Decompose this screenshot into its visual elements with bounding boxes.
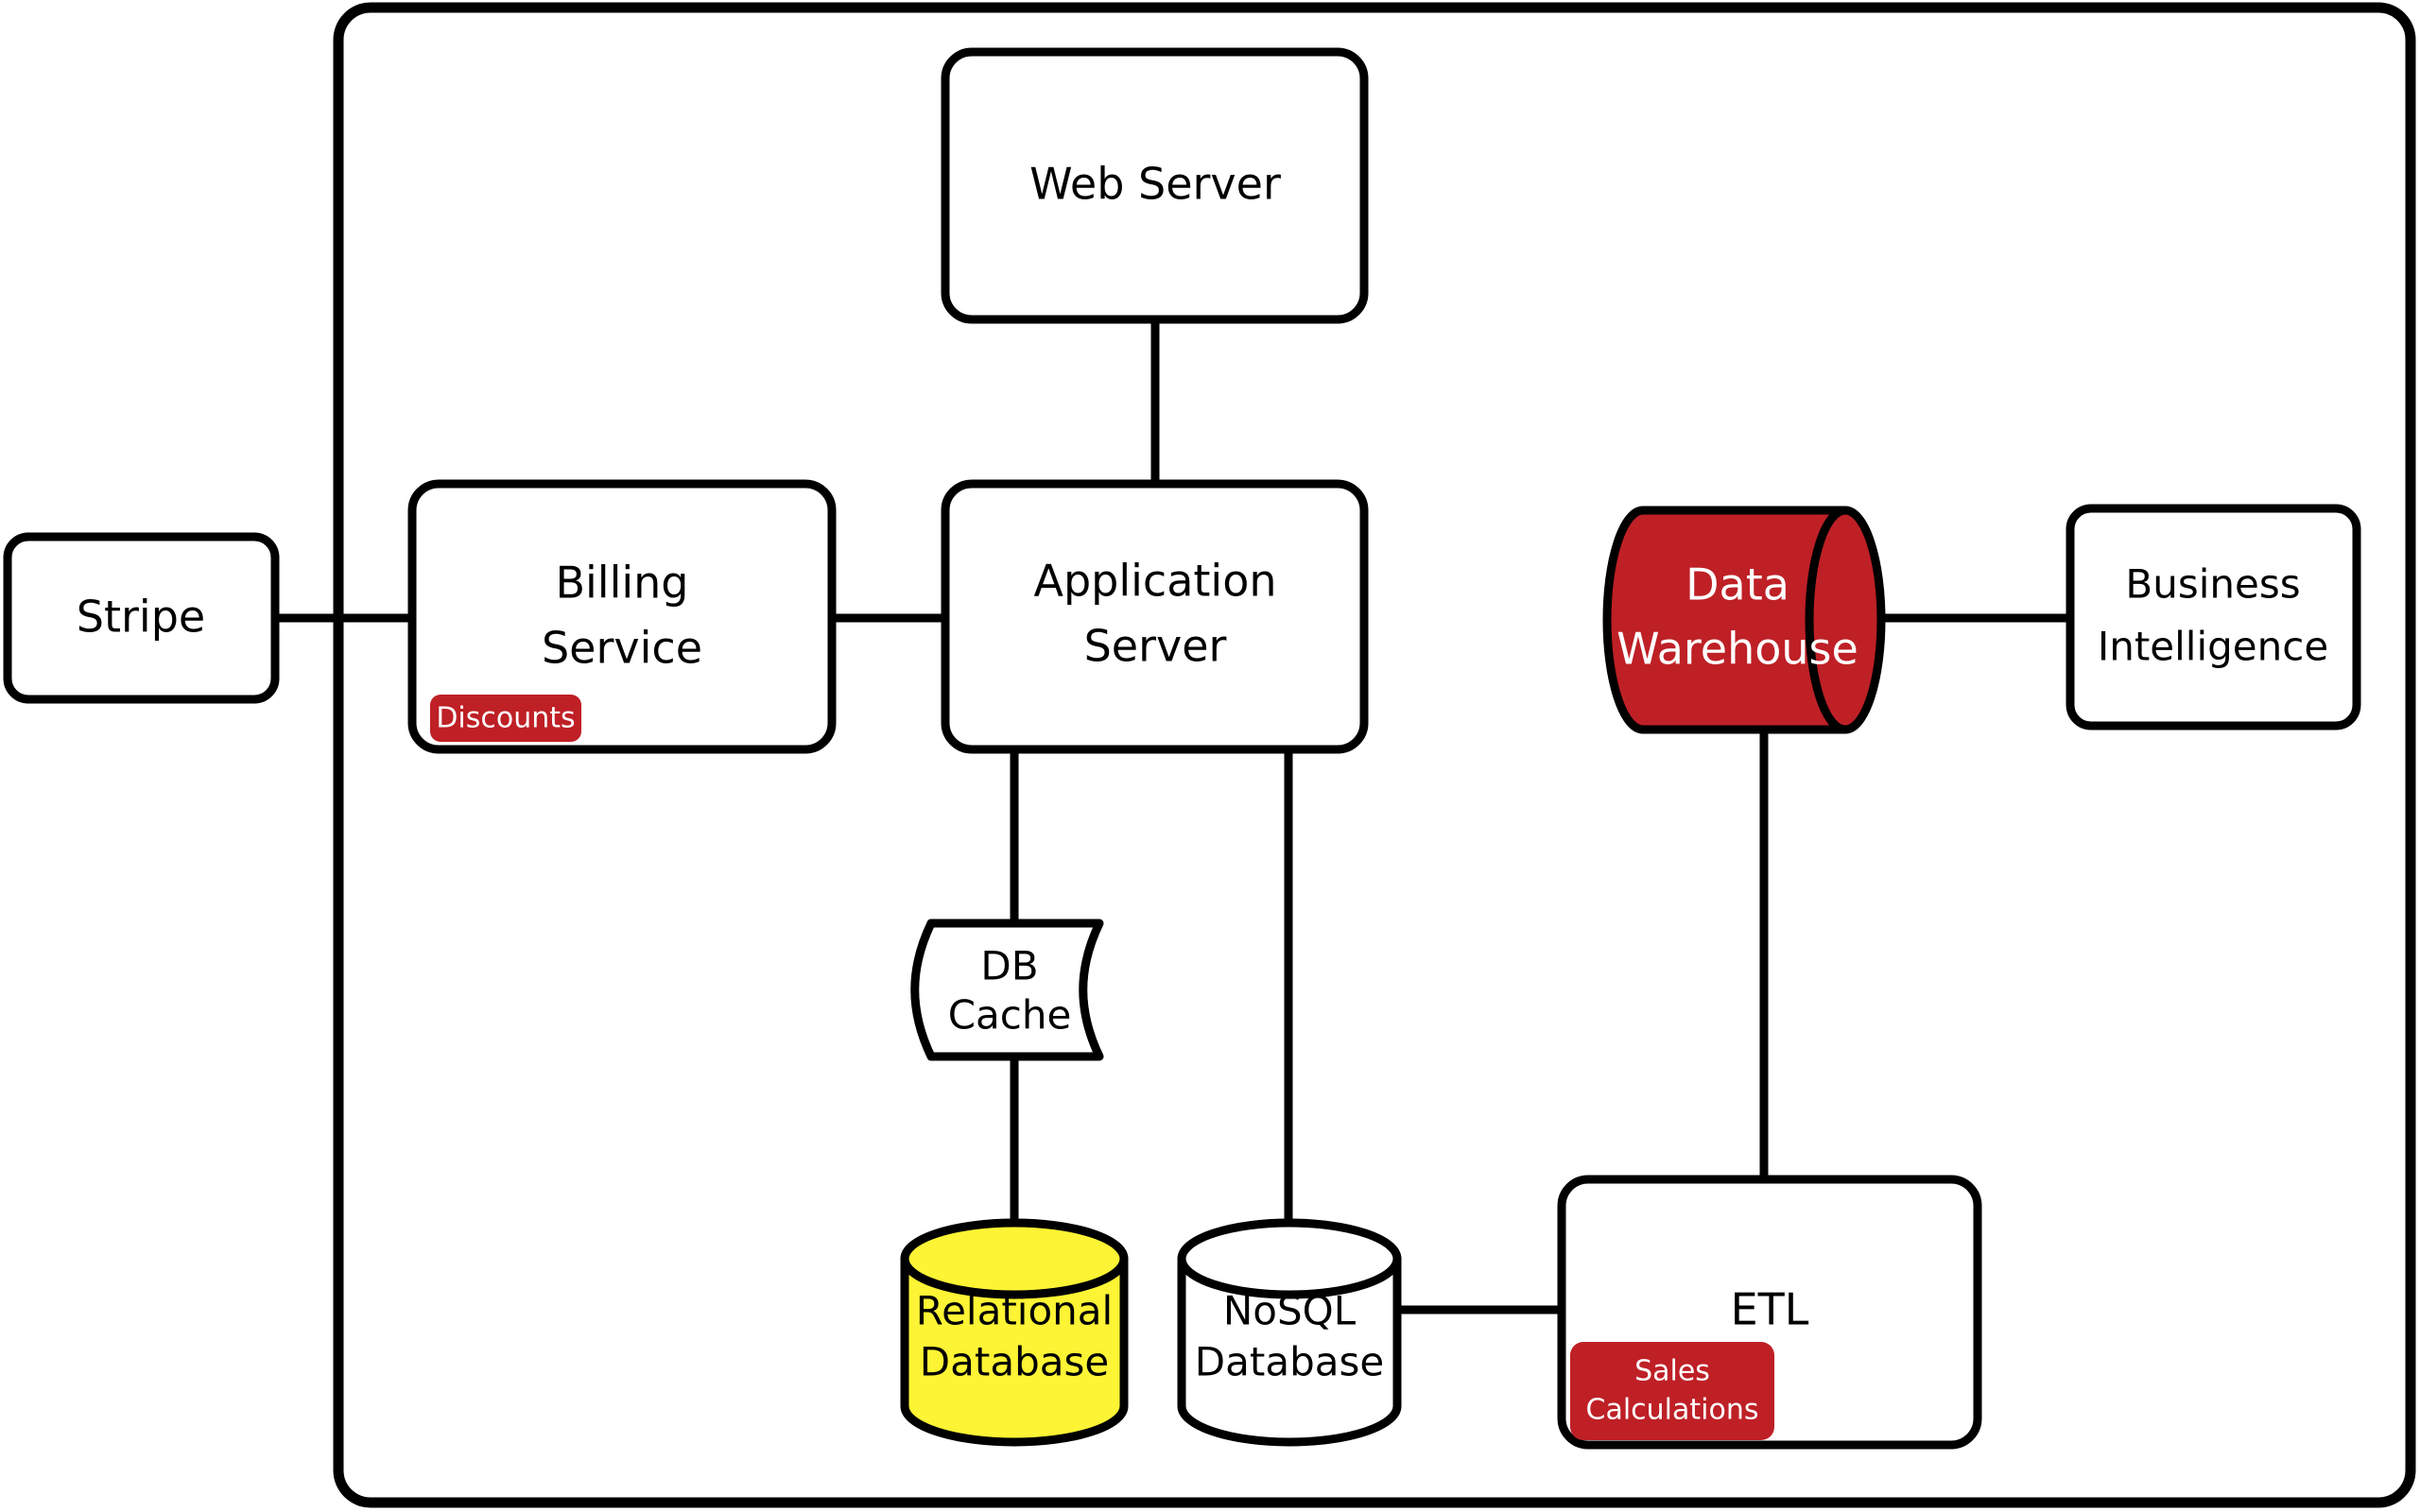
node-business-intelligence[interactable]: Business Intelligence <box>2066 504 2361 730</box>
node-data-warehouse[interactable]: Data Warehouse <box>1602 506 1886 734</box>
node-application-server-label-line1: Application <box>1033 556 1276 607</box>
architecture-diagram: Stripe Billing Service Discounts Web Ser… <box>0 0 2420 1512</box>
node-nosql-database-label-line2: Database <box>1195 1339 1384 1385</box>
badge-sales-calculations[interactable]: Sales Calculations <box>1570 1342 1774 1440</box>
badge-discounts-label: Discounts <box>436 702 575 735</box>
node-web-server-label: Web Server <box>1029 159 1281 210</box>
badge-discounts[interactable]: Discounts <box>430 695 581 742</box>
node-db-cache-label-line2: Cache <box>948 992 1072 1039</box>
node-db-cache[interactable]: DB Cache <box>910 919 1104 1061</box>
node-relational-database-label-line2: Database <box>920 1339 1109 1385</box>
node-business-intelligence-label-line2: Intelligence <box>2098 624 2328 670</box>
node-billing-service-label-line1: Billing <box>555 558 688 609</box>
node-business-intelligence-label-line1: Business <box>2125 561 2300 608</box>
badge-sales-calculations-label-line2: Calculations <box>1586 1394 1759 1427</box>
node-relational-database-label-line1: Relational <box>916 1288 1113 1334</box>
node-data-warehouse-label-line2: Warehouse <box>1616 624 1858 675</box>
node-web-server[interactable]: Web Server <box>941 47 1369 324</box>
node-relational-database[interactable]: Relational Database <box>900 1218 1129 1447</box>
node-etl-label: ETL <box>1731 1284 1809 1335</box>
node-nosql-database-label-line1: NoSQL <box>1223 1288 1357 1334</box>
node-billing-service[interactable]: Billing Service Discounts <box>407 479 837 754</box>
node-etl[interactable]: ETL Sales Calculations <box>1557 1175 1982 1450</box>
node-stripe[interactable]: Stripe <box>3 532 280 704</box>
node-data-warehouse-label-line1: Data <box>1685 559 1789 610</box>
node-nosql-database[interactable]: NoSQL Database <box>1177 1218 1402 1447</box>
node-application-server[interactable]: Application Server <box>941 479 1369 754</box>
node-application-server-label-line2: Server <box>1084 621 1227 672</box>
node-stripe-label: Stripe <box>77 592 205 643</box>
badge-sales-calculations-label-line1: Sales <box>1634 1355 1710 1388</box>
node-billing-service-label-line2: Service <box>542 623 702 674</box>
node-db-cache-label-line1: DB <box>980 943 1038 989</box>
